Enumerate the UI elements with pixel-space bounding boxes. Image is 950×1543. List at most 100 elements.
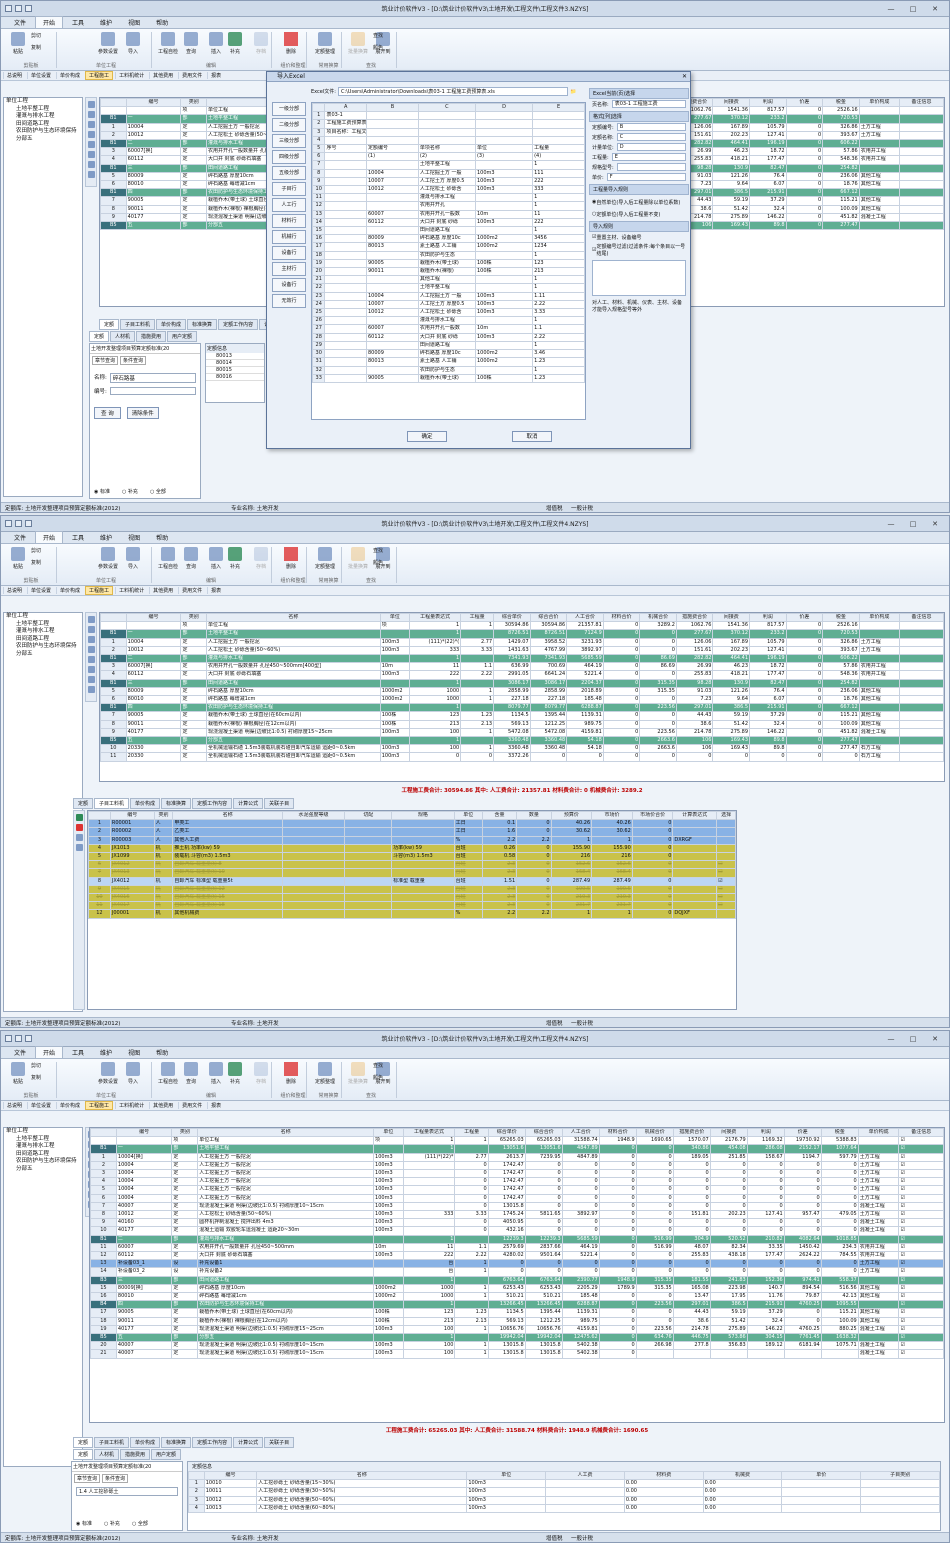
- cell[interactable]: 0: [598, 1251, 637, 1261]
- sheet-row[interactable]: 19 90005 栽植乔木(带土球) 100株 123: [312, 258, 585, 269]
- cell[interactable]: 254.82: [822, 678, 860, 688]
- cell[interactable]: 0: [602, 752, 641, 762]
- cell[interactable]: 51.42: [712, 719, 751, 729]
- cell[interactable]: 569.13: [487, 1316, 526, 1326]
- cell[interactable]: 0: [598, 1185, 637, 1195]
- cell[interactable]: 333: [408, 645, 462, 656]
- lower-tab[interactable]: 子目工料机: [120, 319, 156, 330]
- cell[interactable]: 0: [602, 736, 641, 746]
- side-tool-icon[interactable]: [87, 131, 95, 138]
- cell[interactable]: 0: [785, 736, 824, 746]
- cell[interactable]: 0: [635, 1210, 674, 1220]
- cell[interactable]: 0: [561, 1226, 600, 1236]
- bottom-tab[interactable]: 用户定额: [167, 331, 198, 342]
- cell[interactable]: 农用井工程: [857, 1242, 900, 1253]
- cell[interactable]: 土方工程: [858, 637, 900, 647]
- cell[interactable]: 0: [602, 686, 641, 697]
- lower-tab[interactable]: 定额工作内容: [192, 1437, 233, 1448]
- cell[interactable]: 2.22: [454, 1251, 489, 1261]
- cell[interactable]: 全机械运输石碴 1.5m3装载机装石碴自卸汽车运输 运距0~0.5km: [206, 744, 381, 754]
- sheet-row[interactable]: 4: [312, 135, 585, 146]
- cell[interactable]: 894.54: [783, 1283, 822, 1294]
- row-type-button[interactable]: 三级分部: [272, 134, 306, 148]
- cell[interactable]: 0: [709, 1185, 748, 1195]
- cell[interactable]: 40177: [125, 727, 182, 738]
- cell[interactable]: 定: [180, 670, 208, 680]
- sheet-row[interactable]: 26 灌溉与排水工程 1: [312, 316, 585, 326]
- cell[interactable]: 1000m2: [379, 686, 411, 697]
- table-row[interactable]: 项单位工程项 1 1 65265.03 65265.03 31588.74 1948.9 16…: [90, 1136, 944, 1146]
- ribbon-button-12[interactable]: 批量换算: [346, 546, 370, 576]
- cell[interactable]: 3360.48: [529, 736, 568, 746]
- cell[interactable]: 0: [672, 1185, 711, 1195]
- cell[interactable]: 21357.81: [566, 621, 604, 631]
- copy-button[interactable]: 复制: [31, 559, 41, 566]
- cell[interactable]: 石方工程: [858, 744, 900, 754]
- cell[interactable]: 196.19: [749, 654, 787, 664]
- cell[interactable]: 定: [171, 1169, 199, 1179]
- cell[interactable]: 0: [672, 1201, 711, 1212]
- table-row[interactable]: 790005定栽植乔木(带土球) 土球直径(在60cm以内)100株1231.2…: [100, 711, 944, 721]
- cell[interactable]: 223.56: [635, 1300, 674, 1310]
- table-row[interactable]: 14 补设备03_2 设补充设备2 台 1 0 0 0 0 0 0 0 0 0 0 土方工程 ☑: [90, 1267, 944, 1277]
- cell[interactable]: 0: [785, 752, 824, 762]
- cell[interactable]: 0: [783, 1201, 822, 1212]
- cell[interactable]: 100: [408, 727, 462, 738]
- grid-header[interactable]: 编号: [115, 1128, 173, 1138]
- cell[interactable]: 0: [602, 727, 641, 738]
- cell[interactable]: 补充设备1: [197, 1259, 375, 1269]
- cell[interactable]: 0: [785, 678, 824, 688]
- sub-row[interactable]: 8 JX4012 机自卸汽车 标准型 载重量5t 标准型 载重量 台班 1.51 0 287.…: [88, 876, 736, 886]
- sub-row[interactable]: 12 J00001 机其他机械费% 2.2 2.2 1 1 0 DQJXF: [88, 909, 736, 919]
- cell[interactable]: 0: [672, 1169, 711, 1179]
- cell[interactable]: 0: [454, 1201, 489, 1212]
- cell[interactable]: 0: [746, 1177, 785, 1187]
- cell[interactable]: 0: [561, 1185, 600, 1195]
- cell[interactable]: 0: [746, 1226, 785, 1236]
- cell[interactable]: 304.15: [746, 1333, 785, 1343]
- menu-item-3[interactable]: 维护: [93, 17, 119, 28]
- cell[interactable]: 37.29: [746, 1308, 785, 1318]
- tree-node[interactable]: 田间道路工程: [4, 121, 82, 129]
- redo-icon[interactable]: [25, 1035, 32, 1042]
- grid-header[interactable]: 备注信息: [898, 1128, 944, 1138]
- cell[interactable]: ☑: [898, 1136, 944, 1146]
- cell[interactable]: 混凝土工程: [857, 1201, 900, 1212]
- cell[interactable]: 其他工程: [858, 695, 900, 705]
- cell[interactable]: 农田防护与生态环境保持工程: [197, 1300, 375, 1310]
- cell[interactable]: 82.47: [749, 678, 787, 688]
- cell[interactable]: 0: [454, 1160, 489, 1171]
- code-input[interactable]: [109, 387, 196, 395]
- cell[interactable]: 1429.07: [493, 637, 531, 647]
- quota-row[interactable]: 3 10012 人工挖砂砾土 砂砾含量(50~60%) 100m3 0.00 0.00: [188, 1495, 940, 1505]
- tree-node[interactable]: 灌溉与排水工程: [4, 113, 82, 121]
- cell[interactable]: 1450.42: [783, 1242, 822, 1253]
- quick-access-toolbar[interactable]: [5, 520, 85, 527]
- cell[interactable]: 40007: [115, 1349, 173, 1359]
- cell[interactable]: 3892.97: [566, 645, 604, 656]
- sheet-row[interactable]: 3 项目名称：工程文: [312, 127, 585, 137]
- cell[interactable]: 1.1: [460, 662, 495, 672]
- cell[interactable]: 其他工程: [858, 719, 900, 729]
- grid-header[interactable]: 类别: [171, 1128, 199, 1138]
- cell[interactable]: 土方工程: [857, 1177, 900, 1187]
- cell[interactable]: 59.19: [709, 1308, 748, 1318]
- cell[interactable]: 混凝土工程: [857, 1349, 900, 1359]
- cell[interactable]: 0: [598, 1324, 637, 1335]
- cell[interactable]: 0: [524, 1160, 563, 1171]
- sheet-row[interactable]: 6 (1) (2) (3) (4): [312, 152, 585, 162]
- menu-item-2[interactable]: 工具: [65, 17, 91, 28]
- cell[interactable]: 10656.76: [524, 1324, 563, 1335]
- sheet-row[interactable]: 25 10012 人工挖松土 砂砾含 100m3 3.33: [312, 308, 585, 318]
- cut-button[interactable]: 剪切: [31, 547, 41, 554]
- subtool-tab-3[interactable]: 工程施工: [85, 71, 114, 80]
- cell[interactable]: 0: [785, 719, 824, 729]
- sheet-row[interactable]: 21 其他工程 1: [312, 275, 585, 285]
- cell[interactable]: 510.21: [524, 1292, 563, 1302]
- close-icon[interactable]: ✕: [929, 1035, 941, 1043]
- cell[interactable]: 2018.89: [566, 686, 604, 697]
- cell[interactable]: 5221.4: [561, 1251, 600, 1261]
- cell[interactable]: 0: [746, 1259, 785, 1269]
- menu-item-0[interactable]: 文件: [7, 17, 33, 28]
- cell[interactable]: 76.4: [749, 686, 787, 697]
